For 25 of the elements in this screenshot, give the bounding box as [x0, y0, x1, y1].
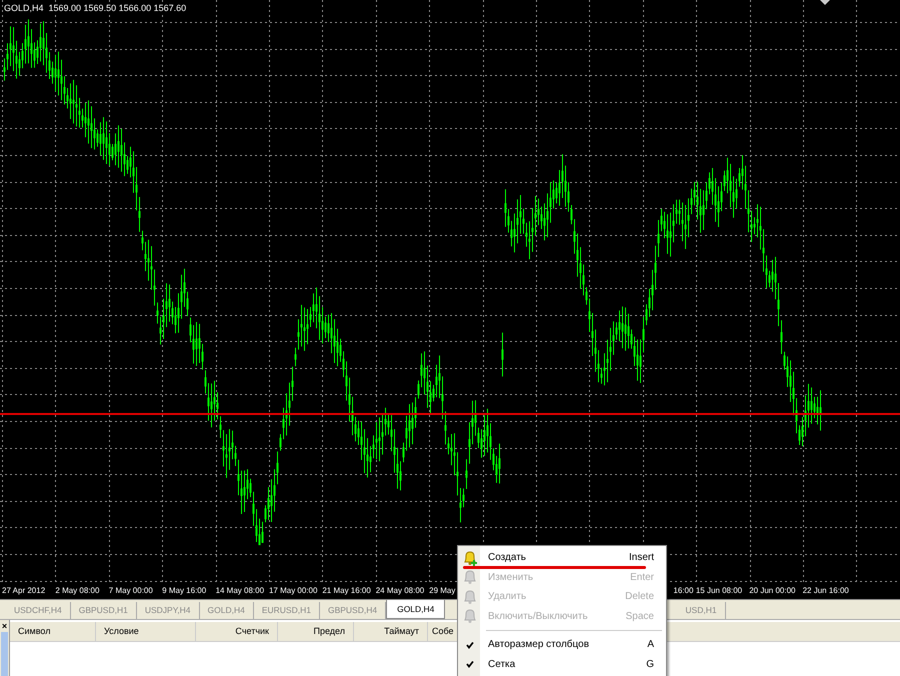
close-button[interactable]: × — [2, 620, 8, 632]
time-label: 17 May 00:00 — [268, 585, 318, 597]
menu-item[interactable]: Авторазмер столбцов A — [458, 635, 666, 654]
time-label: 27 Apr 2012 — [1, 585, 46, 597]
time-label: 7 May 00:00 — [108, 585, 154, 597]
menu-item[interactable]: Создать Insert — [458, 548, 666, 568]
time-label: 15 Jun 08:00 — [696, 585, 744, 597]
menu-item[interactable]: Сетка G — [458, 654, 666, 674]
time-label: 24 May 08:00 — [376, 585, 426, 597]
column-header[interactable]: Символ — [10, 622, 96, 641]
column-header[interactable]: Предел — [278, 622, 354, 641]
shift-marker-icon[interactable] — [820, 0, 830, 5]
chart-header: GOLD,H4 1569.00 1569.50 1566.00 1567.60 — [4, 3, 188, 13]
chart-tab[interactable]: GOLD,H4 — [386, 600, 446, 619]
time-label: 29 May — [429, 585, 456, 597]
time-label: 2 May 08:00 — [55, 585, 100, 597]
column-header[interactable]: Счетчик — [196, 622, 278, 641]
panel-side-bar — [1, 632, 8, 676]
time-label: 22 Jun 16:00 — [802, 585, 850, 597]
column-header[interactable]: Условие — [96, 622, 196, 641]
time-label: 21 May 16:00 — [322, 585, 372, 597]
time-label: 20 Jun 00:00 — [749, 585, 796, 597]
column-header[interactable]: Таймаут — [354, 622, 428, 641]
time-label: 9 May 16:00 — [162, 585, 208, 597]
time-label: 14 May 08:00 — [216, 585, 266, 597]
